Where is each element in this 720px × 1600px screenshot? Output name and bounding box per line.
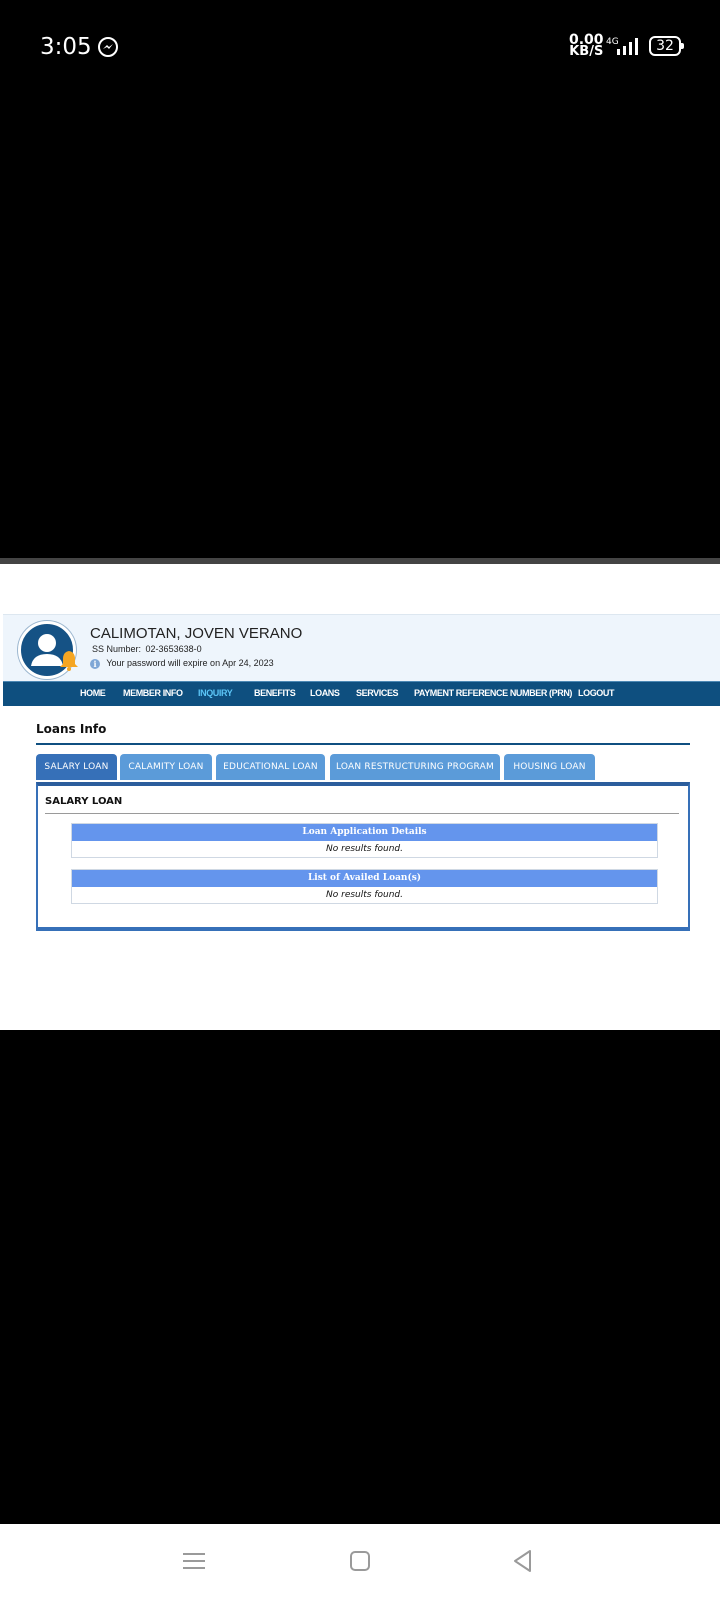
tab-salary-loan[interactable]: SALARY LOAN bbox=[36, 754, 117, 780]
section-title: Loans Info bbox=[36, 722, 107, 736]
password-notice: Your password will expire on Apr 24, 202… bbox=[106, 658, 274, 668]
nav-benefits[interactable]: BENEFITS bbox=[254, 688, 296, 698]
password-notice-line: i Your password will expire on Apr 24, 2… bbox=[90, 658, 274, 669]
battery-icon: 32 bbox=[649, 36, 684, 56]
panel-title: SALARY LOAN bbox=[45, 796, 123, 807]
signal-icon bbox=[617, 38, 638, 55]
table-header: Loan Application Details bbox=[72, 824, 657, 841]
network-speed-unit: KB/S bbox=[569, 44, 604, 59]
nav-logout[interactable]: LOGOUT bbox=[578, 688, 615, 698]
table-empty-message: No results found. bbox=[72, 841, 657, 857]
home-icon[interactable] bbox=[345, 1546, 375, 1576]
tab-housing-loan[interactable]: HOUSING LOAN bbox=[504, 754, 595, 780]
back-icon[interactable] bbox=[508, 1546, 538, 1576]
web-page: CALIMOTAN, JOVEN VERANO SS Number: 02-36… bbox=[0, 564, 720, 1030]
section-divider bbox=[36, 743, 690, 745]
nav-home[interactable]: HOME bbox=[80, 688, 106, 698]
table-header: List of Availed Loan(s) bbox=[72, 870, 657, 887]
ss-number-value: 02-3653638-0 bbox=[145, 644, 202, 654]
profile-header: CALIMOTAN, JOVEN VERANO SS Number: 02-36… bbox=[3, 614, 720, 681]
tab-calamity-loan[interactable]: CALAMITY LOAN bbox=[120, 754, 212, 780]
nav-inquiry[interactable]: INQUIRY bbox=[198, 688, 233, 698]
availed-loans-table: List of Availed Loan(s) No results found… bbox=[71, 869, 658, 904]
ss-number-label: SS Number: bbox=[92, 644, 142, 654]
member-name: CALIMOTAN, JOVEN VERANO bbox=[90, 625, 303, 642]
main-nav: HOME MEMBER INFO INQUIRY BENEFITS LOANS … bbox=[3, 681, 720, 706]
loan-application-table: Loan Application Details No results foun… bbox=[71, 823, 658, 858]
tab-educational-loan[interactable]: EDUCATIONAL LOAN bbox=[216, 754, 325, 780]
ss-number-line: SS Number: 02-3653638-0 bbox=[90, 644, 202, 654]
nav-prn[interactable]: PAYMENT REFERENCE NUMBER (PRN) bbox=[414, 688, 572, 698]
bell-icon[interactable] bbox=[59, 649, 79, 671]
nav-loans[interactable]: LOANS bbox=[310, 688, 340, 698]
system-nav-bar bbox=[0, 1524, 720, 1600]
table-empty-message: No results found. bbox=[72, 887, 657, 903]
status-time: 3:05 bbox=[40, 34, 92, 60]
nav-member-info[interactable]: MEMBER INFO bbox=[123, 688, 183, 698]
nav-services[interactable]: SERVICES bbox=[356, 688, 399, 698]
panel-divider bbox=[45, 813, 679, 814]
loan-panel: SALARY LOAN Loan Application Details No … bbox=[36, 782, 690, 931]
tab-loan-restructuring[interactable]: LOAN RESTRUCTURING PROGRAM bbox=[330, 754, 500, 780]
status-bar: 3:05 0.00 KB/S 4G 32 bbox=[0, 0, 720, 94]
messenger-icon bbox=[98, 37, 118, 57]
info-icon: i bbox=[90, 659, 100, 669]
network-speed: 0.00 KB/S bbox=[569, 33, 604, 59]
menu-icon[interactable] bbox=[179, 1546, 209, 1576]
